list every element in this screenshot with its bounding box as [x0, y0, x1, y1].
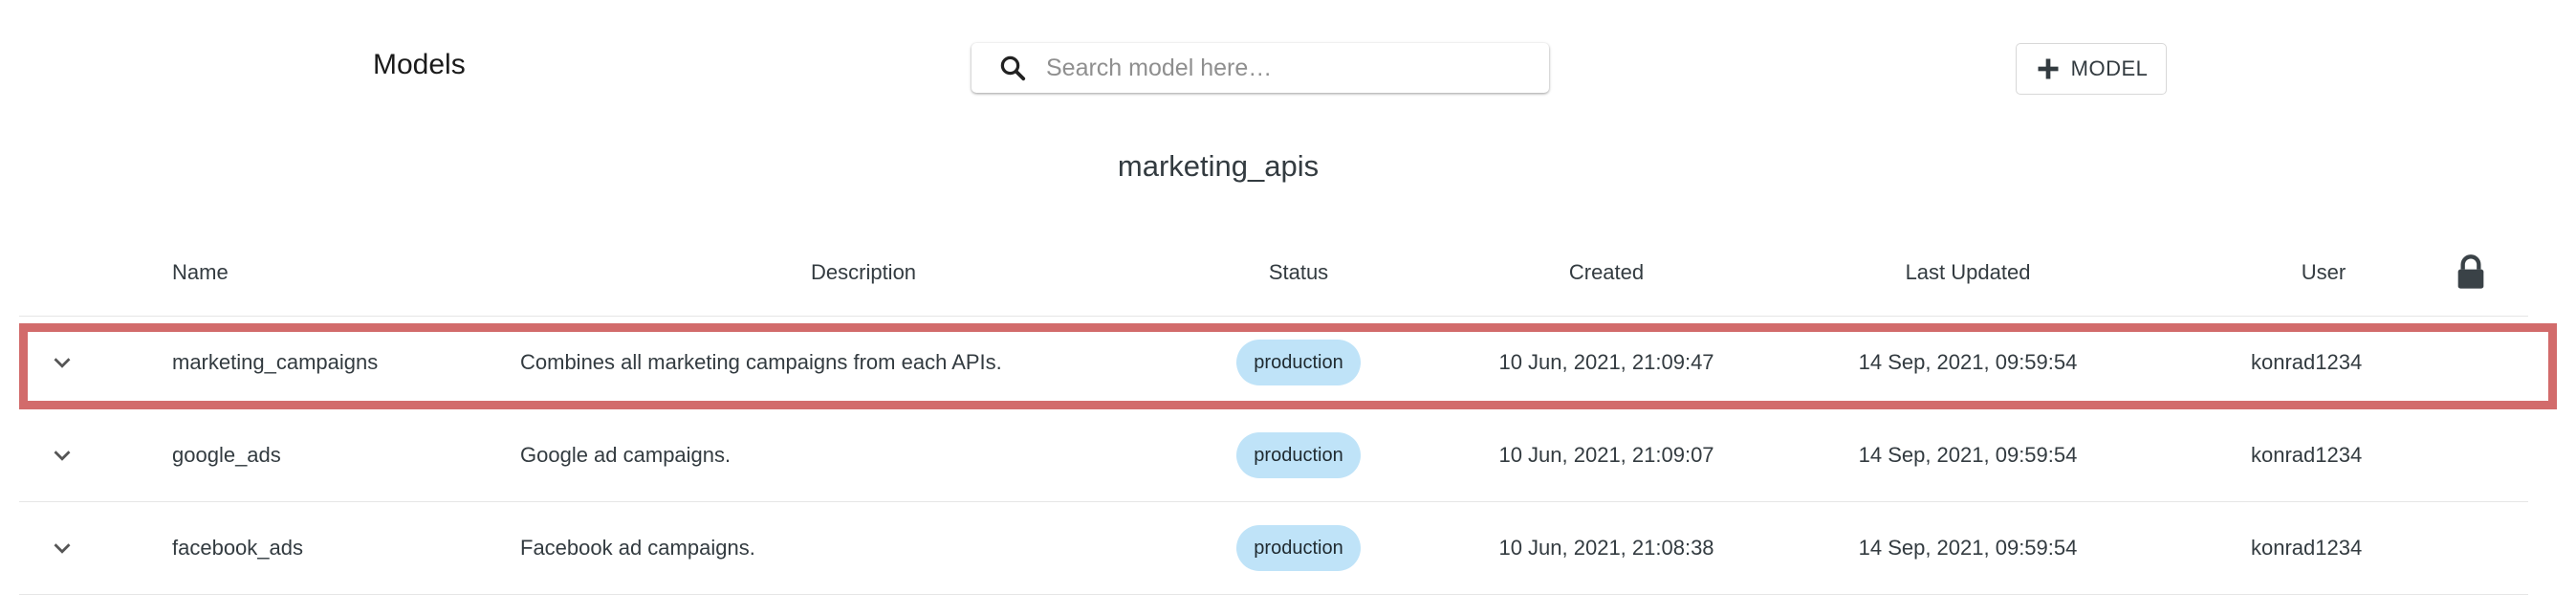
add-model-button[interactable]: MODEL — [2016, 43, 2167, 95]
chevron-down-icon — [54, 358, 71, 368]
expand-row-button[interactable] — [48, 502, 124, 594]
column-header-last-updated[interactable]: Last Updated — [1834, 230, 2102, 316]
models-page: Models MODEL marketing_apis Name Descrip… — [0, 0, 2576, 616]
chevron-down-icon — [54, 543, 71, 554]
status-cell: production — [1232, 409, 1365, 501]
model-last-updated: 14 Sep, 2021, 09:59:54 — [1858, 350, 2078, 374]
lock-icon[interactable] — [2450, 230, 2492, 316]
model-last-updated: 14 Sep, 2021, 09:59:54 — [1858, 443, 2078, 467]
search-box[interactable] — [971, 43, 1549, 93]
status-cell: production — [1232, 502, 1365, 594]
table-row[interactable]: marketing_campaigns Combines all marketi… — [19, 317, 2528, 409]
table-header: Name Description Status Created Last Upd… — [19, 230, 2528, 317]
model-user: konrad1234 — [2251, 443, 2363, 467]
model-description: Google ad campaigns. — [520, 443, 731, 467]
model-created: 10 Jun, 2021, 21:09:07 — [1498, 443, 1714, 467]
add-model-label: MODEL — [2070, 56, 2149, 80]
column-header-name[interactable]: Name — [172, 230, 229, 316]
model-user: konrad1234 — [2251, 350, 2363, 374]
expand-row-button[interactable] — [48, 409, 124, 501]
model-last-updated: 14 Sep, 2021, 09:59:54 — [1858, 536, 2078, 560]
table-row[interactable]: google_ads Google ad campaigns. producti… — [19, 409, 2528, 502]
model-description: Combines all marketing campaigns from ea… — [520, 350, 1002, 374]
column-header-created[interactable]: Created — [1473, 230, 1740, 316]
model-user: konrad1234 — [2251, 536, 2363, 560]
models-table: Name Description Status Created Last Upd… — [19, 230, 2528, 595]
group-title: marketing_apis — [1117, 149, 1320, 183]
status-cell: production — [1232, 317, 1365, 408]
model-name: google_ads — [172, 443, 281, 467]
page-title: Models — [373, 49, 466, 80]
search-icon — [998, 54, 1027, 82]
model-created: 10 Jun, 2021, 21:08:38 — [1498, 536, 1714, 560]
search-input[interactable] — [1044, 48, 1549, 88]
expand-row-button[interactable] — [48, 317, 124, 408]
status-badge: production — [1236, 432, 1361, 478]
plus-icon — [2038, 58, 2059, 79]
table-row[interactable]: facebook_ads Facebook ad campaigns. prod… — [19, 502, 2528, 595]
column-header-user[interactable]: User — [2247, 230, 2400, 316]
model-name: facebook_ads — [172, 536, 303, 560]
status-badge: production — [1236, 525, 1361, 571]
status-badge: production — [1236, 340, 1361, 385]
chevron-down-icon — [54, 451, 71, 461]
model-name: marketing_campaigns — [172, 350, 379, 374]
column-header-status[interactable]: Status — [1232, 230, 1365, 316]
model-description: Facebook ad campaigns. — [520, 536, 755, 560]
model-created: 10 Jun, 2021, 21:09:47 — [1498, 350, 1714, 374]
column-header-description[interactable]: Description — [811, 230, 916, 316]
